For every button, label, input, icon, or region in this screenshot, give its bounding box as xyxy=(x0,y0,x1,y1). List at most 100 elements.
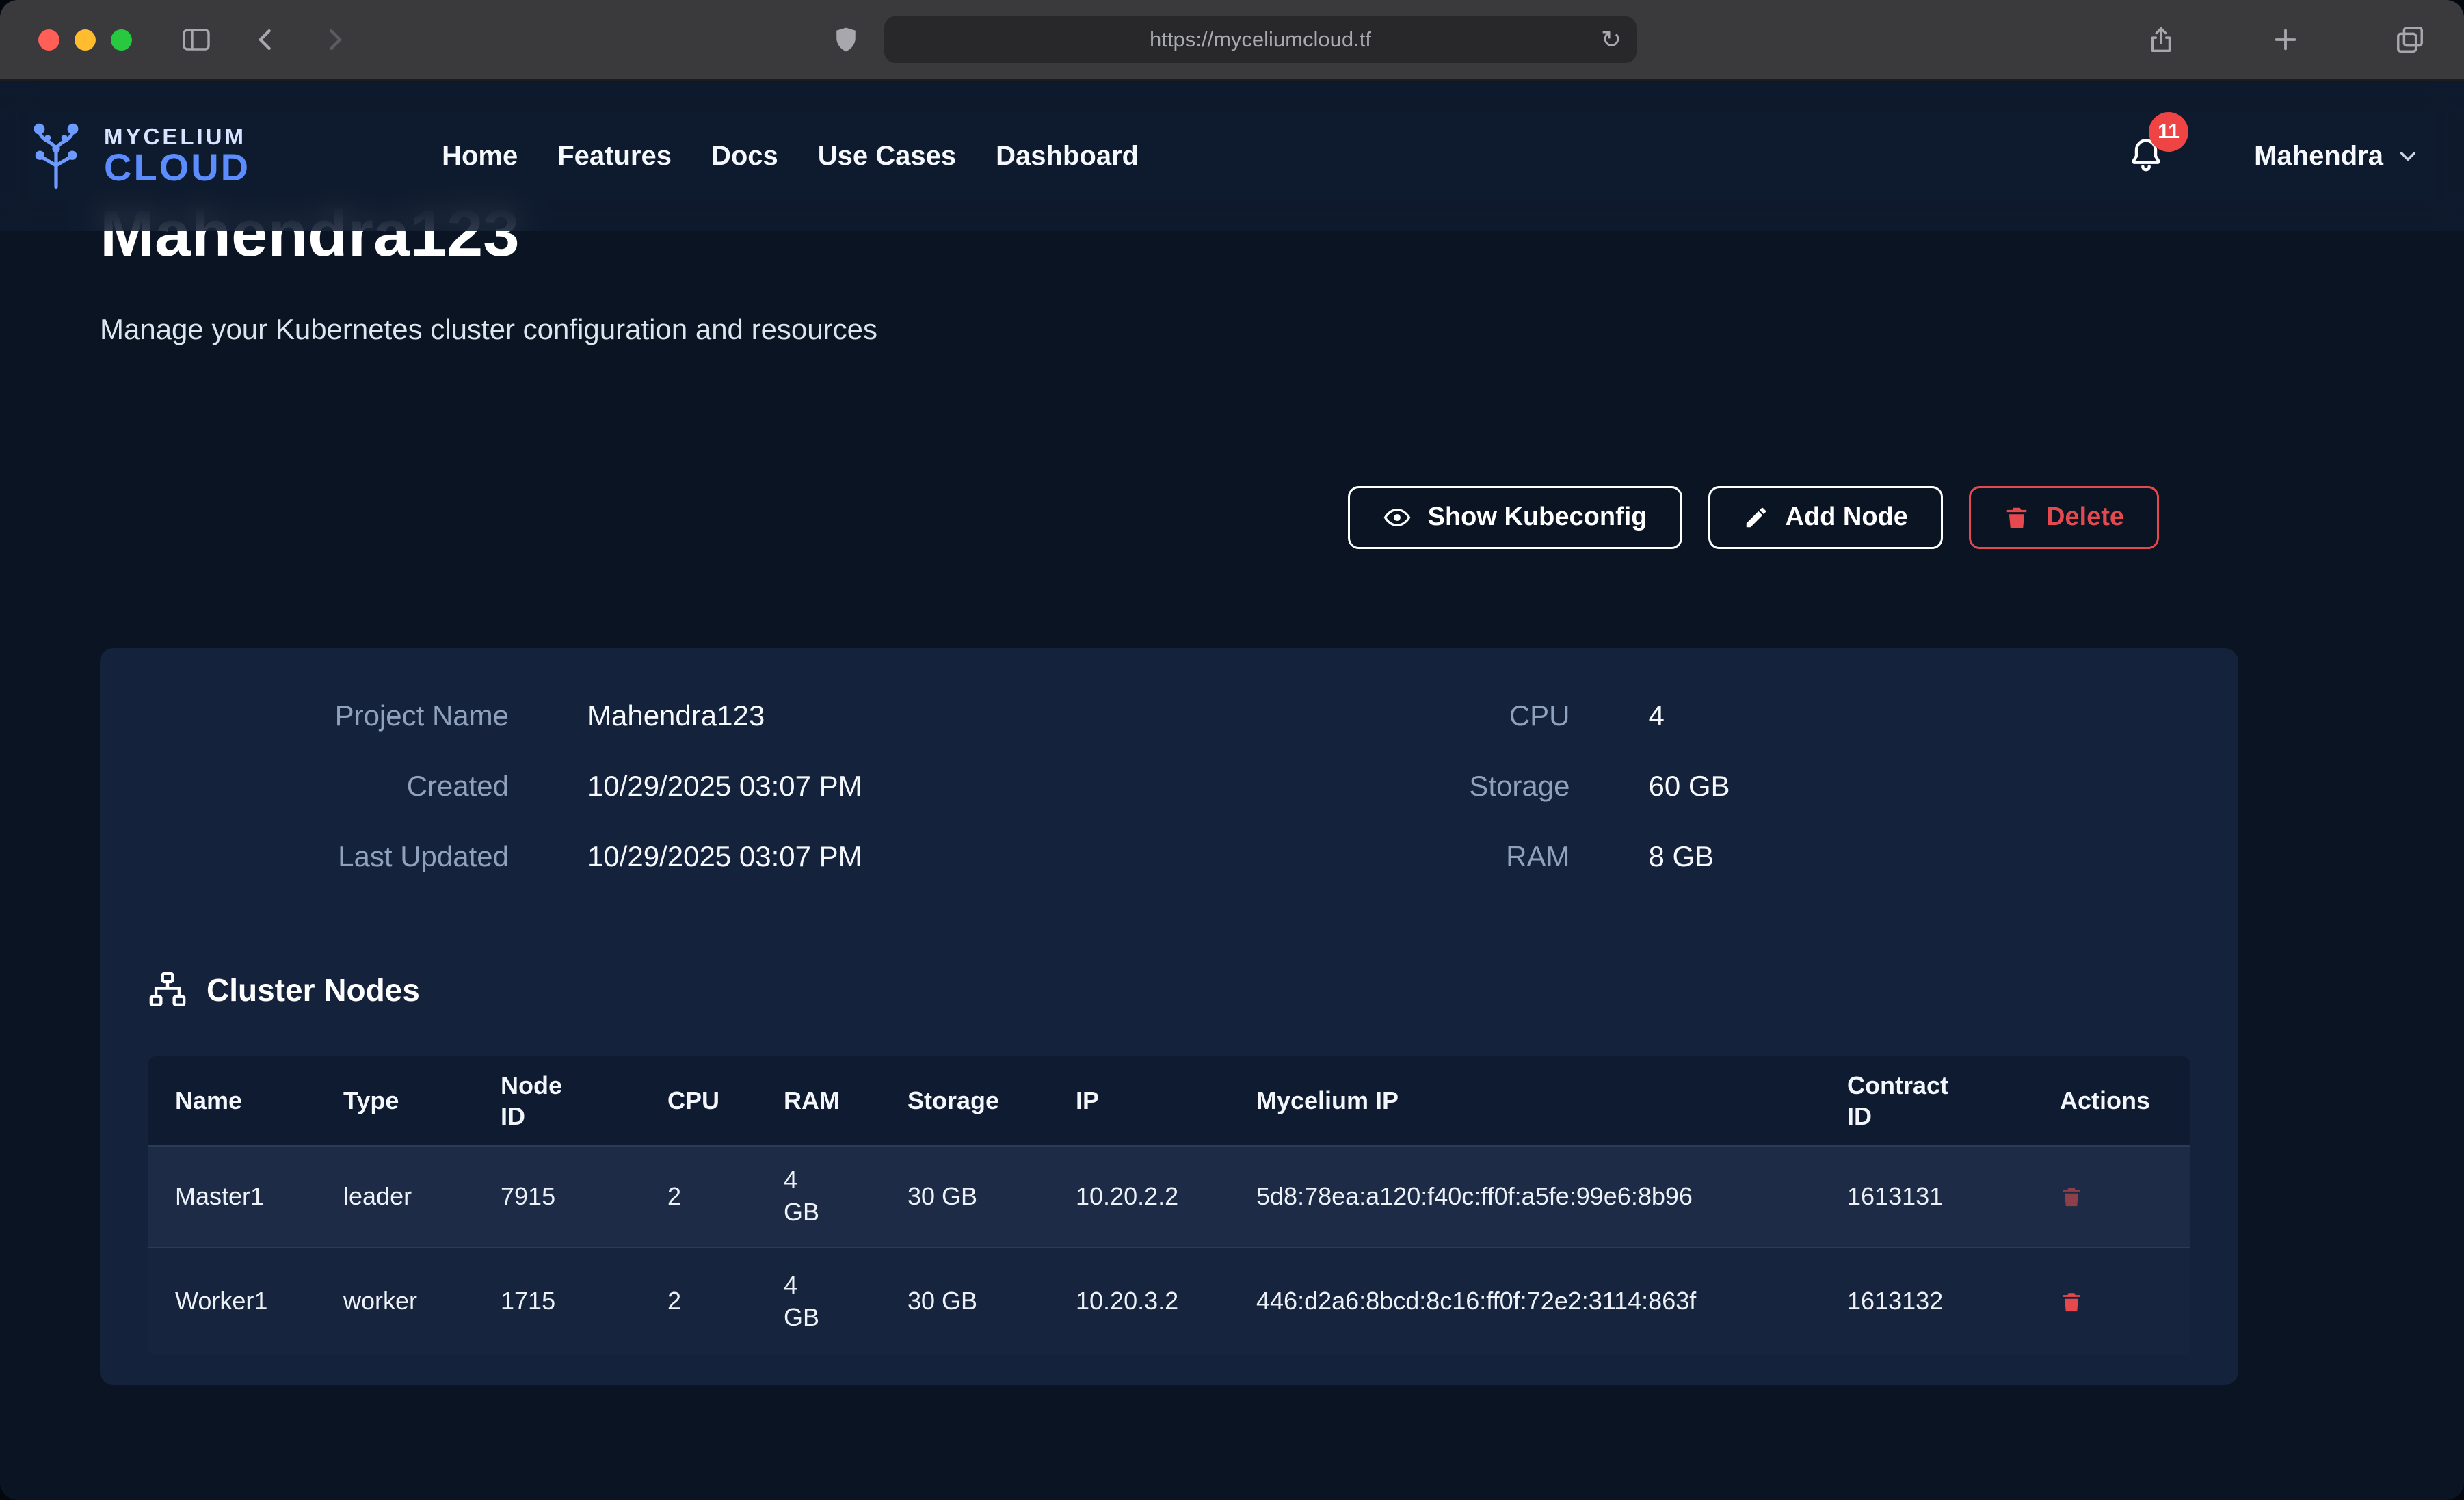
storage-value: 60 GB xyxy=(1649,770,1730,803)
cell-ram: 4 GB xyxy=(756,1248,880,1355)
cell-name: Worker1 xyxy=(148,1248,316,1355)
cell-cpu: 2 xyxy=(640,1248,756,1355)
cell-ip: 10.20.3.2 xyxy=(1048,1248,1229,1355)
user-menu[interactable]: Mahendra xyxy=(2254,141,2419,172)
cluster-nodes-title: Cluster Nodes xyxy=(207,972,420,1008)
address-bar[interactable]: https://myceliumcloud.tf ↻ xyxy=(884,16,1637,63)
nav-links: Home Features Docs Use Cases Dashboard xyxy=(442,141,1139,172)
brand-text: MYCELIUM CLOUD xyxy=(104,125,250,187)
project-name-value: Mahendra123 xyxy=(587,699,765,732)
info-row-ram: RAM 8 GB xyxy=(1169,822,2191,892)
cell-mycelium-ip: 446:d2a6:8bcd:8c16:ff0f:72e2:3114:863f xyxy=(1229,1248,1820,1355)
pencil-icon xyxy=(1743,505,1769,531)
forward-button-icon[interactable] xyxy=(319,25,349,55)
cell-mycelium-ip: 5d8:78ea:a120:f40c:ff0f:a5fe:99e6:8b96 xyxy=(1229,1146,1820,1248)
reload-icon[interactable]: ↻ xyxy=(1601,25,1621,54)
main-content: Mahendra123 Manage your Kubernetes clust… xyxy=(0,197,2464,1385)
close-window-button[interactable] xyxy=(38,29,59,51)
brand-logo[interactable]: MYCELIUM CLOUD xyxy=(0,118,250,194)
top-navigation: MYCELIUM CLOUD Home Features Docs Use Ca… xyxy=(0,81,2464,231)
last-updated-label: Last Updated xyxy=(148,840,509,873)
zoom-window-button[interactable] xyxy=(111,29,132,51)
trash-icon xyxy=(2060,1184,2083,1209)
delete-node-button[interactable] xyxy=(2060,1184,2083,1209)
chevron-down-icon xyxy=(2397,145,2419,167)
tab-overview-icon[interactable] xyxy=(2394,24,2426,55)
mycelium-logo-icon xyxy=(18,118,94,194)
delete-node-button[interactable] xyxy=(2060,1289,2083,1314)
storage-label: Storage xyxy=(1169,770,1570,803)
notification-badge: 11 xyxy=(2149,112,2188,152)
col-header-ram: RAM xyxy=(756,1056,880,1146)
cell-node-id: 1715 xyxy=(473,1248,640,1355)
cell-node-id: 7915 xyxy=(473,1146,640,1248)
add-node-button[interactable]: Add Node xyxy=(1708,486,1943,549)
cluster-nodes-header: Cluster Nodes xyxy=(148,969,2190,1011)
trash-icon xyxy=(2004,505,2030,531)
cell-ip: 10.20.2.2 xyxy=(1048,1146,1229,1248)
cluster-actions: Show Kubeconfig Add Node Delete xyxy=(100,486,2238,549)
user-name: Mahendra xyxy=(2254,141,2383,172)
nav-item-home[interactable]: Home xyxy=(442,141,518,172)
browser-window: https://myceliumcloud.tf ↻ xyxy=(0,0,2464,1500)
col-header-actions: Actions xyxy=(2032,1056,2190,1146)
cell-actions xyxy=(2032,1146,2190,1248)
col-header-type: Type xyxy=(316,1056,473,1146)
nav-item-use-cases[interactable]: Use Cases xyxy=(818,141,956,172)
col-header-cpu: CPU xyxy=(640,1056,756,1146)
info-row-project-name: Project Name Mahendra123 xyxy=(148,681,1169,751)
cpu-value: 4 xyxy=(1649,699,1665,732)
cell-cpu: 2 xyxy=(640,1146,756,1248)
table-row: Master1 leader 7915 2 4 GB 30 GB 10.20.2… xyxy=(148,1146,2190,1248)
address-bar-url: https://myceliumcloud.tf xyxy=(1150,27,1371,52)
ram-value: 8 GB xyxy=(1649,840,1714,873)
nodes-table-wrapper: Name Type Node ID CPU RAM Storage IP Myc… xyxy=(148,1056,2190,1355)
cell-name: Master1 xyxy=(148,1146,316,1248)
chrome-center: https://myceliumcloud.tf ↻ xyxy=(349,16,2118,63)
col-header-node-id: Node ID xyxy=(473,1056,640,1146)
cpu-label: CPU xyxy=(1169,699,1570,732)
page-subtitle: Manage your Kubernetes cluster configura… xyxy=(100,313,2238,346)
cell-contract-id: 1613131 xyxy=(1820,1146,2032,1248)
sidebar-toggle-icon[interactable] xyxy=(180,23,213,56)
col-header-storage: Storage xyxy=(880,1056,1048,1146)
cell-ram: 4 GB xyxy=(756,1146,880,1248)
info-row-storage: Storage 60 GB xyxy=(1169,751,2191,822)
back-button-icon[interactable] xyxy=(251,25,281,55)
delete-label: Delete xyxy=(2046,503,2124,532)
nav-item-dashboard[interactable]: Dashboard xyxy=(996,141,1139,172)
minimize-window-button[interactable] xyxy=(75,29,96,51)
privacy-shield-icon[interactable] xyxy=(831,25,861,55)
ram-label: RAM xyxy=(1169,840,1570,873)
site-viewport: MYCELIUM CLOUD Home Features Docs Use Ca… xyxy=(0,81,2464,1500)
table-row: Worker1 worker 1715 2 4 GB 30 GB 10.20.3… xyxy=(148,1248,2190,1355)
info-row-cpu: CPU 4 xyxy=(1169,681,2191,751)
nav-right: 11 Mahendra xyxy=(2127,135,2464,177)
info-row-created: Created 10/29/2025 03:07 PM xyxy=(148,751,1169,822)
cluster-card: Project Name Mahendra123 Created 10/29/2… xyxy=(100,648,2238,1385)
table-header-row: Name Type Node ID CPU RAM Storage IP Myc… xyxy=(148,1056,2190,1146)
cell-actions xyxy=(2032,1248,2190,1355)
sitemap-icon xyxy=(148,970,187,1010)
trash-icon xyxy=(2060,1289,2083,1314)
browser-chrome: https://myceliumcloud.tf ↻ xyxy=(0,0,2464,81)
nav-item-features[interactable]: Features xyxy=(557,141,672,172)
cell-type: leader xyxy=(316,1146,473,1248)
new-tab-icon[interactable] xyxy=(2270,24,2301,55)
cell-storage: 30 GB xyxy=(880,1146,1048,1248)
info-column-right: CPU 4 Storage 60 GB RAM 8 GB xyxy=(1169,681,2191,892)
brand-line-1: MYCELIUM xyxy=(104,125,250,148)
info-row-last-updated: Last Updated 10/29/2025 03:07 PM xyxy=(148,822,1169,892)
show-kubeconfig-button[interactable]: Show Kubeconfig xyxy=(1348,486,1682,549)
notifications-button[interactable]: 11 xyxy=(2127,135,2165,177)
created-value: 10/29/2025 03:07 PM xyxy=(587,770,862,803)
chrome-right xyxy=(2118,24,2426,55)
traffic-lights xyxy=(38,29,132,51)
project-name-label: Project Name xyxy=(148,699,509,732)
share-icon[interactable] xyxy=(2145,24,2177,55)
col-header-mycelium-ip: Mycelium IP xyxy=(1229,1056,1820,1146)
nav-item-docs[interactable]: Docs xyxy=(711,141,778,172)
show-kubeconfig-label: Show Kubeconfig xyxy=(1428,503,1647,532)
delete-cluster-button[interactable]: Delete xyxy=(1969,486,2159,549)
col-header-contract-id: Contract ID xyxy=(1820,1056,2032,1146)
